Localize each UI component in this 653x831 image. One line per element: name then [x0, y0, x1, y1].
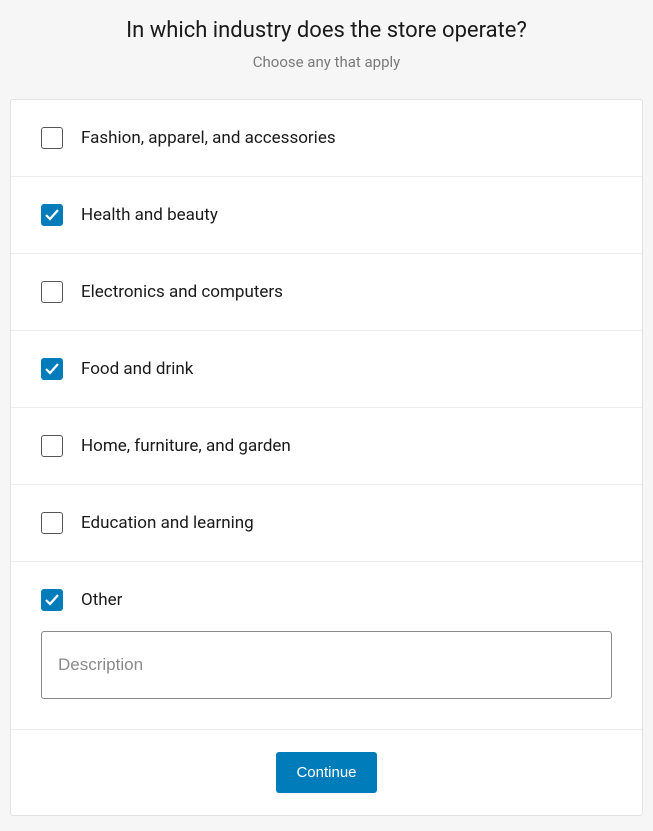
checkbox-health[interactable]: [41, 204, 63, 226]
option-label: Home, furniture, and garden: [81, 436, 291, 456]
checkbox-home[interactable]: [41, 435, 63, 457]
option-other[interactable]: Other: [41, 589, 612, 611]
option-home[interactable]: Home, furniture, and garden: [11, 408, 642, 485]
checkbox-other[interactable]: [41, 589, 63, 611]
option-label: Fashion, apparel, and accessories: [81, 128, 336, 148]
checkbox-education[interactable]: [41, 512, 63, 534]
form-header: In which industry does the store operate…: [0, 18, 653, 71]
option-other-section: Other: [11, 562, 642, 729]
option-label: Other: [81, 590, 122, 610]
checkbox-fashion[interactable]: [41, 127, 63, 149]
option-label: Electronics and computers: [81, 282, 283, 302]
option-health[interactable]: Health and beauty: [11, 177, 642, 254]
page-subtitle: Choose any that apply: [0, 53, 653, 71]
page-title: In which industry does the store operate…: [0, 18, 653, 43]
option-food[interactable]: Food and drink: [11, 331, 642, 408]
check-icon: [44, 592, 60, 608]
option-fashion[interactable]: Fashion, apparel, and accessories: [11, 100, 642, 177]
checkbox-food[interactable]: [41, 358, 63, 380]
checkbox-electronics[interactable]: [41, 281, 63, 303]
option-education[interactable]: Education and learning: [11, 485, 642, 562]
option-electronics[interactable]: Electronics and computers: [11, 254, 642, 331]
card-footer: Continue: [11, 729, 642, 815]
check-icon: [44, 361, 60, 377]
continue-button[interactable]: Continue: [276, 752, 376, 793]
option-label: Health and beauty: [81, 205, 218, 225]
option-label: Education and learning: [81, 513, 254, 533]
option-label: Food and drink: [81, 359, 193, 379]
check-icon: [44, 207, 60, 223]
options-card: Fashion, apparel, and accessories Health…: [10, 99, 643, 816]
description-input[interactable]: [41, 631, 612, 699]
